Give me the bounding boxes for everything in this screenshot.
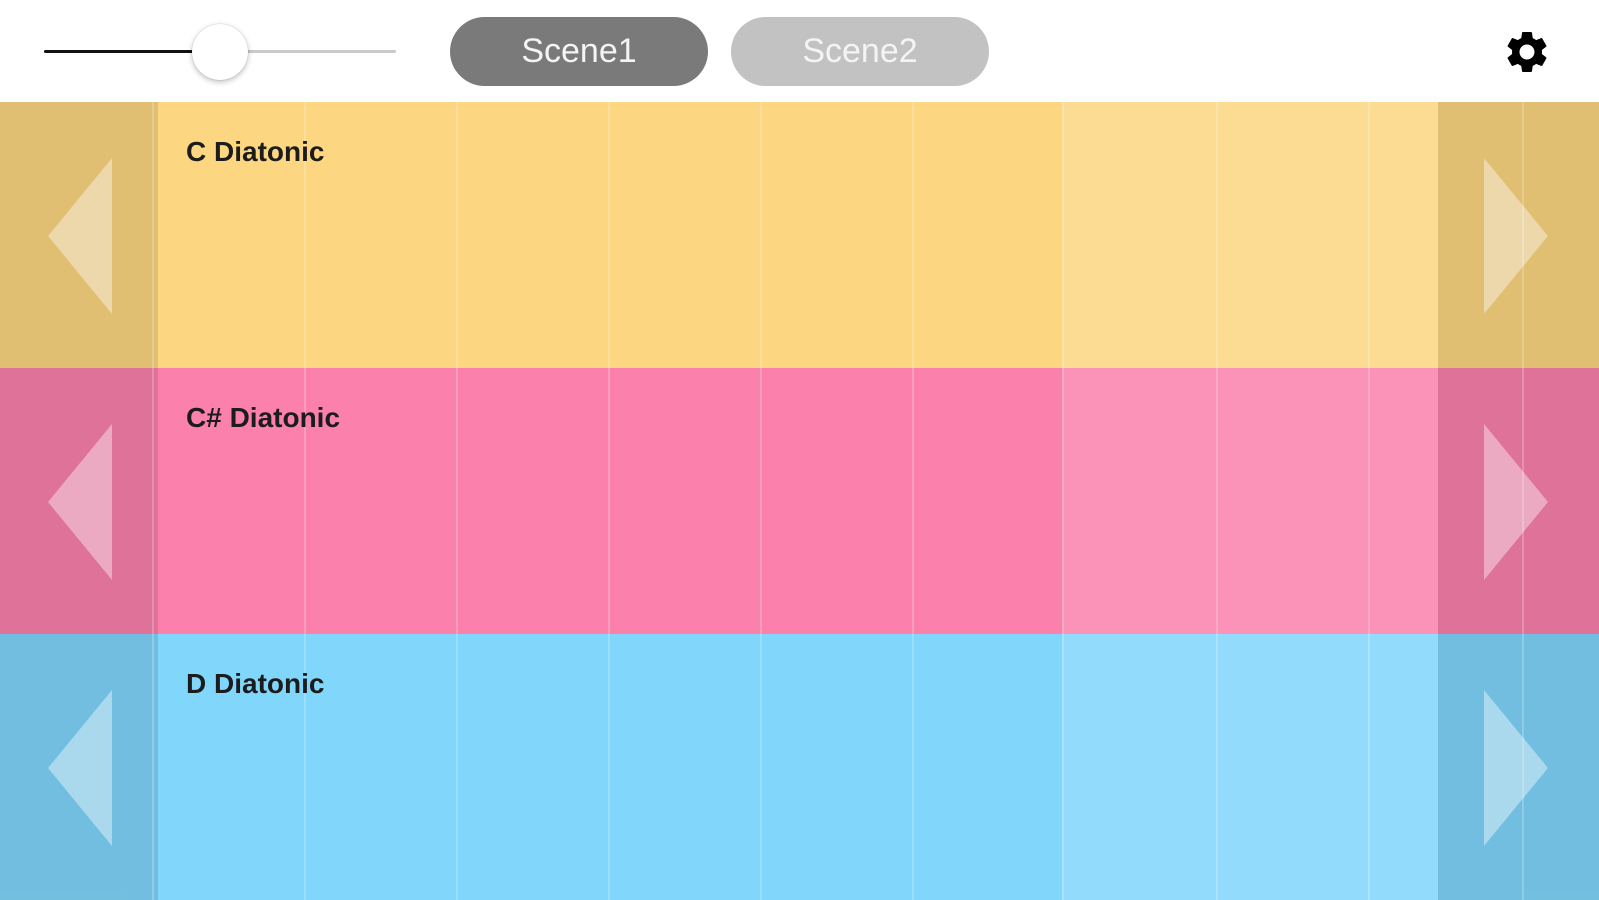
scale-row-c-diatonic[interactable]: C Diatonic xyxy=(0,102,1599,368)
column-divider xyxy=(1062,368,1064,634)
column-divider xyxy=(760,102,762,368)
column-divider xyxy=(1368,102,1370,368)
column-divider xyxy=(1062,102,1064,368)
chevron-right-icon[interactable] xyxy=(1484,690,1548,846)
scene2-button[interactable]: Scene2 xyxy=(731,17,989,86)
column-divider xyxy=(152,634,154,900)
column-divider xyxy=(608,102,610,368)
column-divider xyxy=(912,634,914,900)
column-divider xyxy=(456,368,458,634)
row-label: D Diatonic xyxy=(186,668,325,699)
chevron-left-icon[interactable] xyxy=(48,690,112,846)
column-divider xyxy=(608,368,610,634)
column-divider xyxy=(608,634,610,900)
row-highlight-band xyxy=(1062,102,1438,368)
column-divider xyxy=(760,634,762,900)
row-highlight-band xyxy=(1062,634,1438,900)
column-divider xyxy=(760,368,762,634)
row-label: C# Diatonic xyxy=(186,402,341,433)
column-divider xyxy=(1216,102,1218,368)
scale-row-c-sharp-diatonic[interactable]: C# Diatonic xyxy=(0,368,1599,634)
column-divider xyxy=(456,102,458,368)
column-divider xyxy=(152,368,154,634)
scale-row-d-diatonic[interactable]: D Diatonic xyxy=(0,634,1599,900)
top-toolbar: Scene1 Scene2 xyxy=(0,0,1599,102)
slider-thumb[interactable] xyxy=(192,24,248,80)
column-divider xyxy=(456,634,458,900)
column-divider xyxy=(912,368,914,634)
chevron-left-icon[interactable] xyxy=(48,158,112,314)
scene1-button[interactable]: Scene1 xyxy=(450,17,708,86)
scale-rows: C Diatonic C# Diatonic D Diatonic xyxy=(0,102,1599,900)
column-divider xyxy=(1216,634,1218,900)
row-highlight-band xyxy=(1062,368,1438,634)
column-divider xyxy=(1368,368,1370,634)
volume-slider[interactable] xyxy=(44,24,396,80)
chevron-right-icon[interactable] xyxy=(1484,158,1548,314)
column-divider xyxy=(152,102,154,368)
column-divider xyxy=(1216,368,1218,634)
row-label: C Diatonic xyxy=(186,136,325,167)
column-divider xyxy=(1062,634,1064,900)
chevron-right-icon[interactable] xyxy=(1484,424,1548,580)
gear-icon[interactable] xyxy=(1502,27,1552,77)
column-divider xyxy=(1368,634,1370,900)
column-divider xyxy=(912,102,914,368)
chevron-left-icon[interactable] xyxy=(48,424,112,580)
